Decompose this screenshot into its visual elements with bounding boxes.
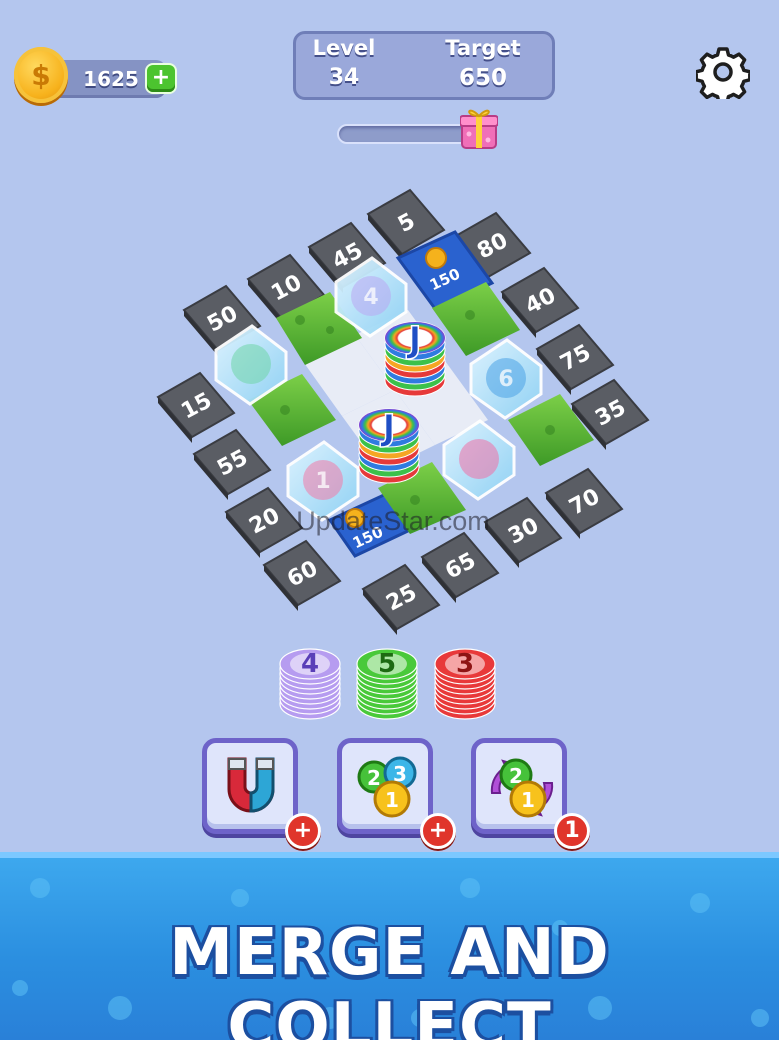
svg-text:1: 1	[521, 788, 535, 812]
board-tile[interactable]: 75	[535, 323, 615, 395]
swap-booster-button[interactable]: 2 1 1	[471, 738, 590, 849]
svg-text:1: 1	[385, 788, 399, 812]
chip-stack-letter: J	[405, 320, 421, 361]
stack-value: 5	[378, 649, 396, 679]
swap-chips-icon: 2 1	[490, 758, 554, 818]
magnet-icon	[227, 757, 275, 813]
chip-stack-3[interactable]: 3	[433, 636, 497, 720]
chip-stack[interactable]: J	[358, 407, 420, 484]
board-tile[interactable]: 60	[262, 539, 342, 611]
board-tile[interactable]: 25	[361, 563, 441, 635]
magnet-booster-button[interactable]: +	[202, 738, 321, 849]
chip-stack[interactable]: J	[384, 319, 446, 397]
stack-value: 4	[301, 649, 319, 679]
stack-value: 3	[456, 649, 474, 679]
booster-count-badge: 1	[554, 813, 590, 849]
coin-chips-booster-button[interactable]: 2 3 1 +	[337, 738, 456, 849]
add-booster-badge[interactable]: +	[420, 813, 456, 849]
number-chips-icon: 2 3 1	[357, 756, 417, 818]
ice-chip-value: 4	[363, 285, 378, 310]
watermark-text: UpdateStar.com	[296, 506, 490, 536]
add-booster-badge[interactable]: +	[285, 813, 321, 849]
banner-title: MERGE AND COLLECT	[169, 916, 610, 1040]
board-tile[interactable]: 55	[192, 428, 272, 500]
chip-stack-letter: J	[379, 408, 395, 449]
ice-block: 6	[469, 338, 543, 420]
promo-banner: MERGE AND COLLECT	[0, 852, 779, 1040]
chip-stack-4[interactable]: 4	[278, 636, 342, 720]
board-tile[interactable]: 70	[544, 467, 624, 539]
game-board: 545 8010 40507515 35557020 3060 6525 150 150 …	[156, 188, 650, 635]
board-tile[interactable]: 65	[420, 531, 500, 603]
chip-stack-5[interactable]: 5	[355, 636, 419, 720]
ice-chip-value: 1	[315, 469, 330, 494]
ice-chip-value: 6	[498, 367, 513, 392]
